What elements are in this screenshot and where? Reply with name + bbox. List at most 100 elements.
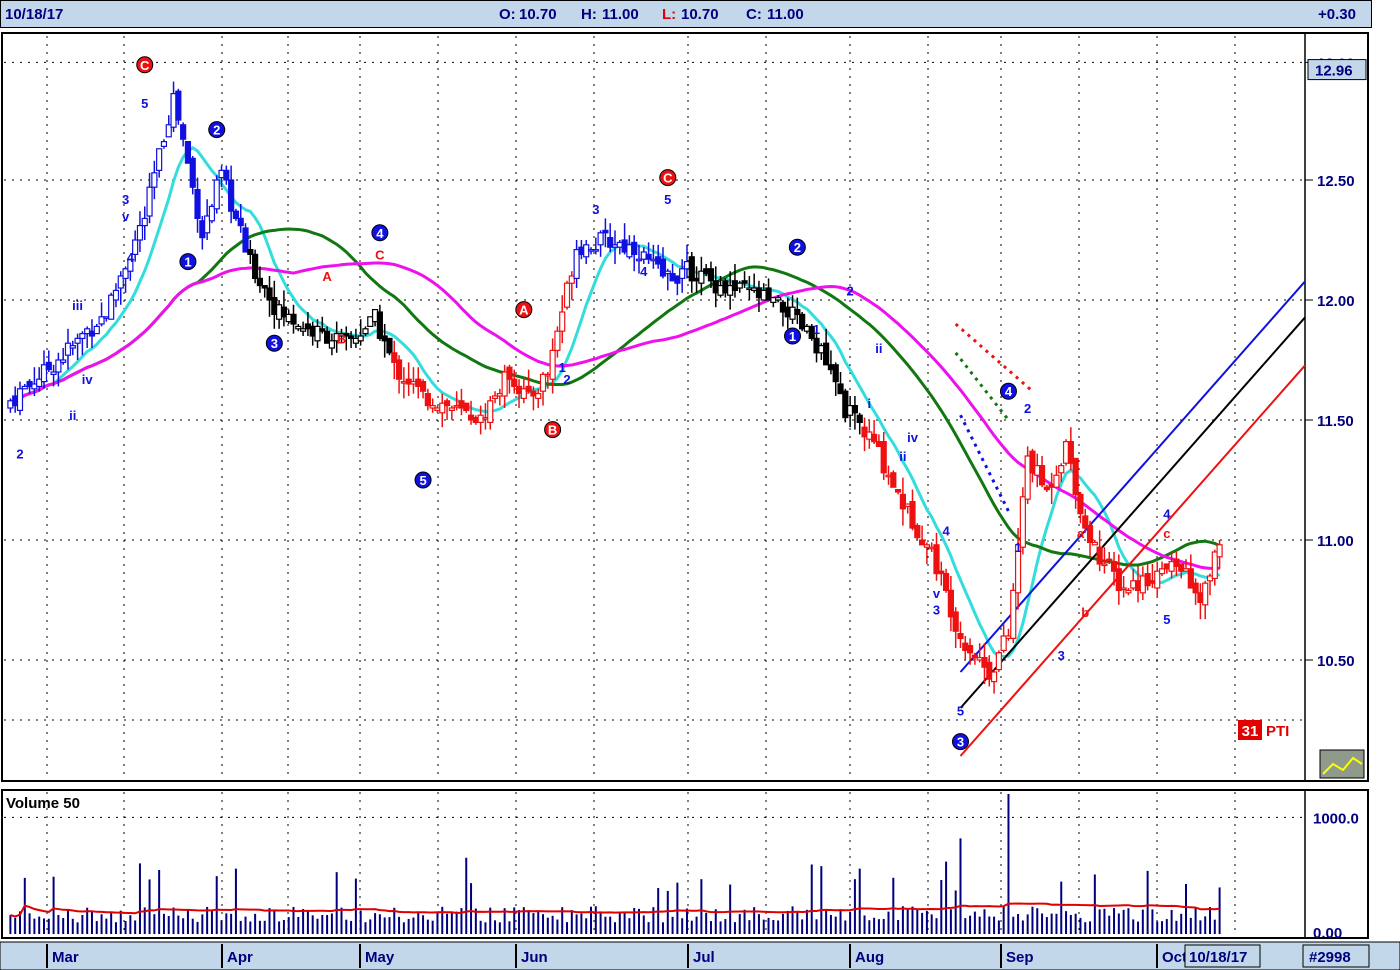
candle-body [952,611,959,632]
wave-label: ii [875,341,882,356]
wave-label: ii [69,408,76,423]
wave-label: 5 [957,703,964,718]
candle-body [252,253,259,279]
candle-body [871,433,878,443]
wave-label: 2 [213,123,220,138]
candle-body [707,268,715,282]
candle-body [645,253,652,260]
wave-label: A [322,269,332,284]
candle-body [156,148,163,172]
candle-body [357,335,364,342]
wave-label: 4 [127,250,135,265]
pti-value: 31 [1242,723,1259,740]
candle-body [679,268,686,279]
candle-body [419,381,427,392]
candle-body [823,342,830,366]
wave-label: 1 [813,322,820,337]
month-label: May [365,949,395,966]
candle-body [933,544,940,575]
candle-body [995,652,1002,671]
wave-label: 5 [664,192,671,207]
candle-body [386,337,393,354]
wave-label: 4 [942,523,950,538]
wave-label: B [548,423,557,438]
candle-body [1096,546,1103,565]
candle-body [895,489,902,493]
candle-body [180,124,187,140]
wave-label: 2 [16,447,23,462]
candle-body [1158,568,1166,575]
candle-body [1010,589,1017,640]
candle-body [775,297,782,301]
wave-label: 1 [1014,540,1021,555]
candle-body [424,393,431,407]
candle-body [1125,589,1132,594]
candle-body [794,309,801,316]
month-label: Mar [52,949,79,966]
wave-label: 2 [847,283,854,298]
candle-body [443,400,451,407]
candle-body [535,393,542,400]
candle-body [563,282,571,308]
candle-body [880,441,887,474]
candle-body [990,671,998,683]
candle-body [1192,582,1199,594]
candle-body [376,311,383,339]
candle-body [151,172,158,188]
candle-body [228,179,235,212]
pti-label: PTI [1266,723,1289,740]
wave-label: 2 [1024,401,1031,416]
wave-label: 3 [1058,648,1065,663]
wave-label: iv [907,430,919,445]
candle-body [957,632,964,639]
candle-body [1216,544,1223,558]
candle-body [79,333,86,340]
month-label: Sep [1006,949,1034,966]
wave-label: B [337,331,346,346]
wave-label: 5 [419,473,426,488]
candle-body [93,325,100,335]
candle-body [539,373,547,392]
month-label: Aug [855,949,884,966]
month-label: Oct [1162,949,1187,966]
candle-body [136,225,144,241]
wave-label: C [140,58,150,73]
candle-body [914,524,921,539]
volume-tick-label: 0.00 [1313,925,1342,942]
candle-body [918,539,926,546]
candle-body [909,501,916,529]
candle-body [559,311,566,332]
candle-body [256,277,264,287]
candle-body [1202,582,1209,606]
candle-body [1086,524,1094,543]
candle-body [554,330,561,352]
wave-label: v [933,586,941,601]
candle-body [966,644,974,654]
candle-body [506,366,513,380]
last-price-label: 12.96 [1315,63,1353,80]
candle-body [237,217,244,227]
wave-label: 3 [933,603,940,618]
candle-body [232,210,240,219]
wave-label: 3 [957,735,964,750]
wave-label: ii [899,449,906,464]
candle-body [942,572,950,591]
candle-body [463,402,470,412]
candle-body [146,186,153,217]
candle-body [1115,568,1122,591]
wave-label: 4 [376,226,384,241]
candle-body [16,388,24,411]
wave-label: 4 [1005,384,1013,399]
chart-number-label: #2998 [1309,949,1351,966]
candle-body [851,405,859,414]
candle-body [741,280,748,284]
candle-body [549,349,556,380]
candle-body [1091,541,1098,546]
candle-body [189,157,196,188]
candle-body [60,359,67,363]
candle-body [1058,465,1065,474]
wave-label: 1 [184,255,191,270]
wave-label: 5 [141,96,148,111]
wave-label: C [663,171,673,186]
candle-body [290,313,297,325]
